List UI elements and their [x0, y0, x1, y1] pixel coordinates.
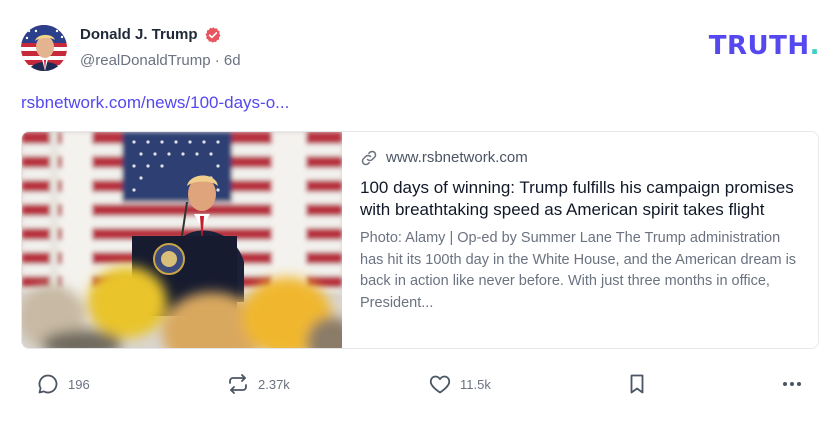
post: Donald J. Trump @realDonaldTrump · 6d TR…: [0, 0, 840, 424]
author-name-text[interactable]: Donald J. Trump: [80, 25, 198, 45]
truth-logo-text: TRUTH: [708, 31, 810, 61]
meta-separator: ·: [214, 52, 220, 69]
like-count: 11.5k: [460, 376, 491, 392]
reply-button[interactable]: 196: [36, 366, 90, 402]
avatar-image-icon: [21, 25, 67, 71]
article-photo-icon: [22, 132, 342, 348]
card-image[interactable]: [22, 132, 342, 348]
author-name[interactable]: Donald J. Trump: [80, 25, 222, 45]
action-bar: 196 2.37k 11.5k: [0, 366, 840, 402]
like-button[interactable]: 11.5k: [428, 366, 491, 402]
author-handle[interactable]: @realDonaldTrump: [80, 52, 211, 69]
avatar[interactable]: [21, 25, 67, 71]
link-preview-card[interactable]: www.rsbnetwork.com 100 days of winning: …: [21, 131, 819, 349]
retruth-button[interactable]: 2.37k: [226, 366, 290, 402]
card-title[interactable]: 100 days of winning: Trump fulfills his …: [360, 177, 800, 221]
more-options-button[interactable]: [780, 366, 804, 402]
bookmark-button[interactable]: [625, 366, 649, 402]
comment-icon: [38, 374, 58, 394]
card-domain-text: www.rsbnetwork.com: [386, 149, 528, 166]
bookmark-icon: [630, 374, 644, 394]
ellipsis-icon: [783, 382, 801, 386]
repost-icon: [229, 374, 247, 394]
post-link[interactable]: rsbnetwork.com/news/100-days-o...: [21, 91, 289, 115]
card-domain[interactable]: www.rsbnetwork.com: [360, 147, 800, 169]
truth-logo[interactable]: TRUTH.: [709, 31, 820, 61]
post-age[interactable]: 6d: [224, 52, 241, 69]
card-description: Photo: Alamy | Op-ed by Summer Lane The …: [360, 230, 797, 311]
author-meta: @realDonaldTrump · 6d: [80, 51, 241, 71]
link-icon: [361, 150, 377, 166]
reply-count: 196: [68, 376, 90, 392]
truth-logo-dot: .: [809, 31, 820, 61]
heart-icon: [429, 375, 451, 394]
card-body[interactable]: www.rsbnetwork.com 100 days of winning: …: [360, 147, 800, 314]
retruth-count: 2.37k: [258, 376, 290, 392]
verified-badge-icon: [205, 27, 221, 43]
